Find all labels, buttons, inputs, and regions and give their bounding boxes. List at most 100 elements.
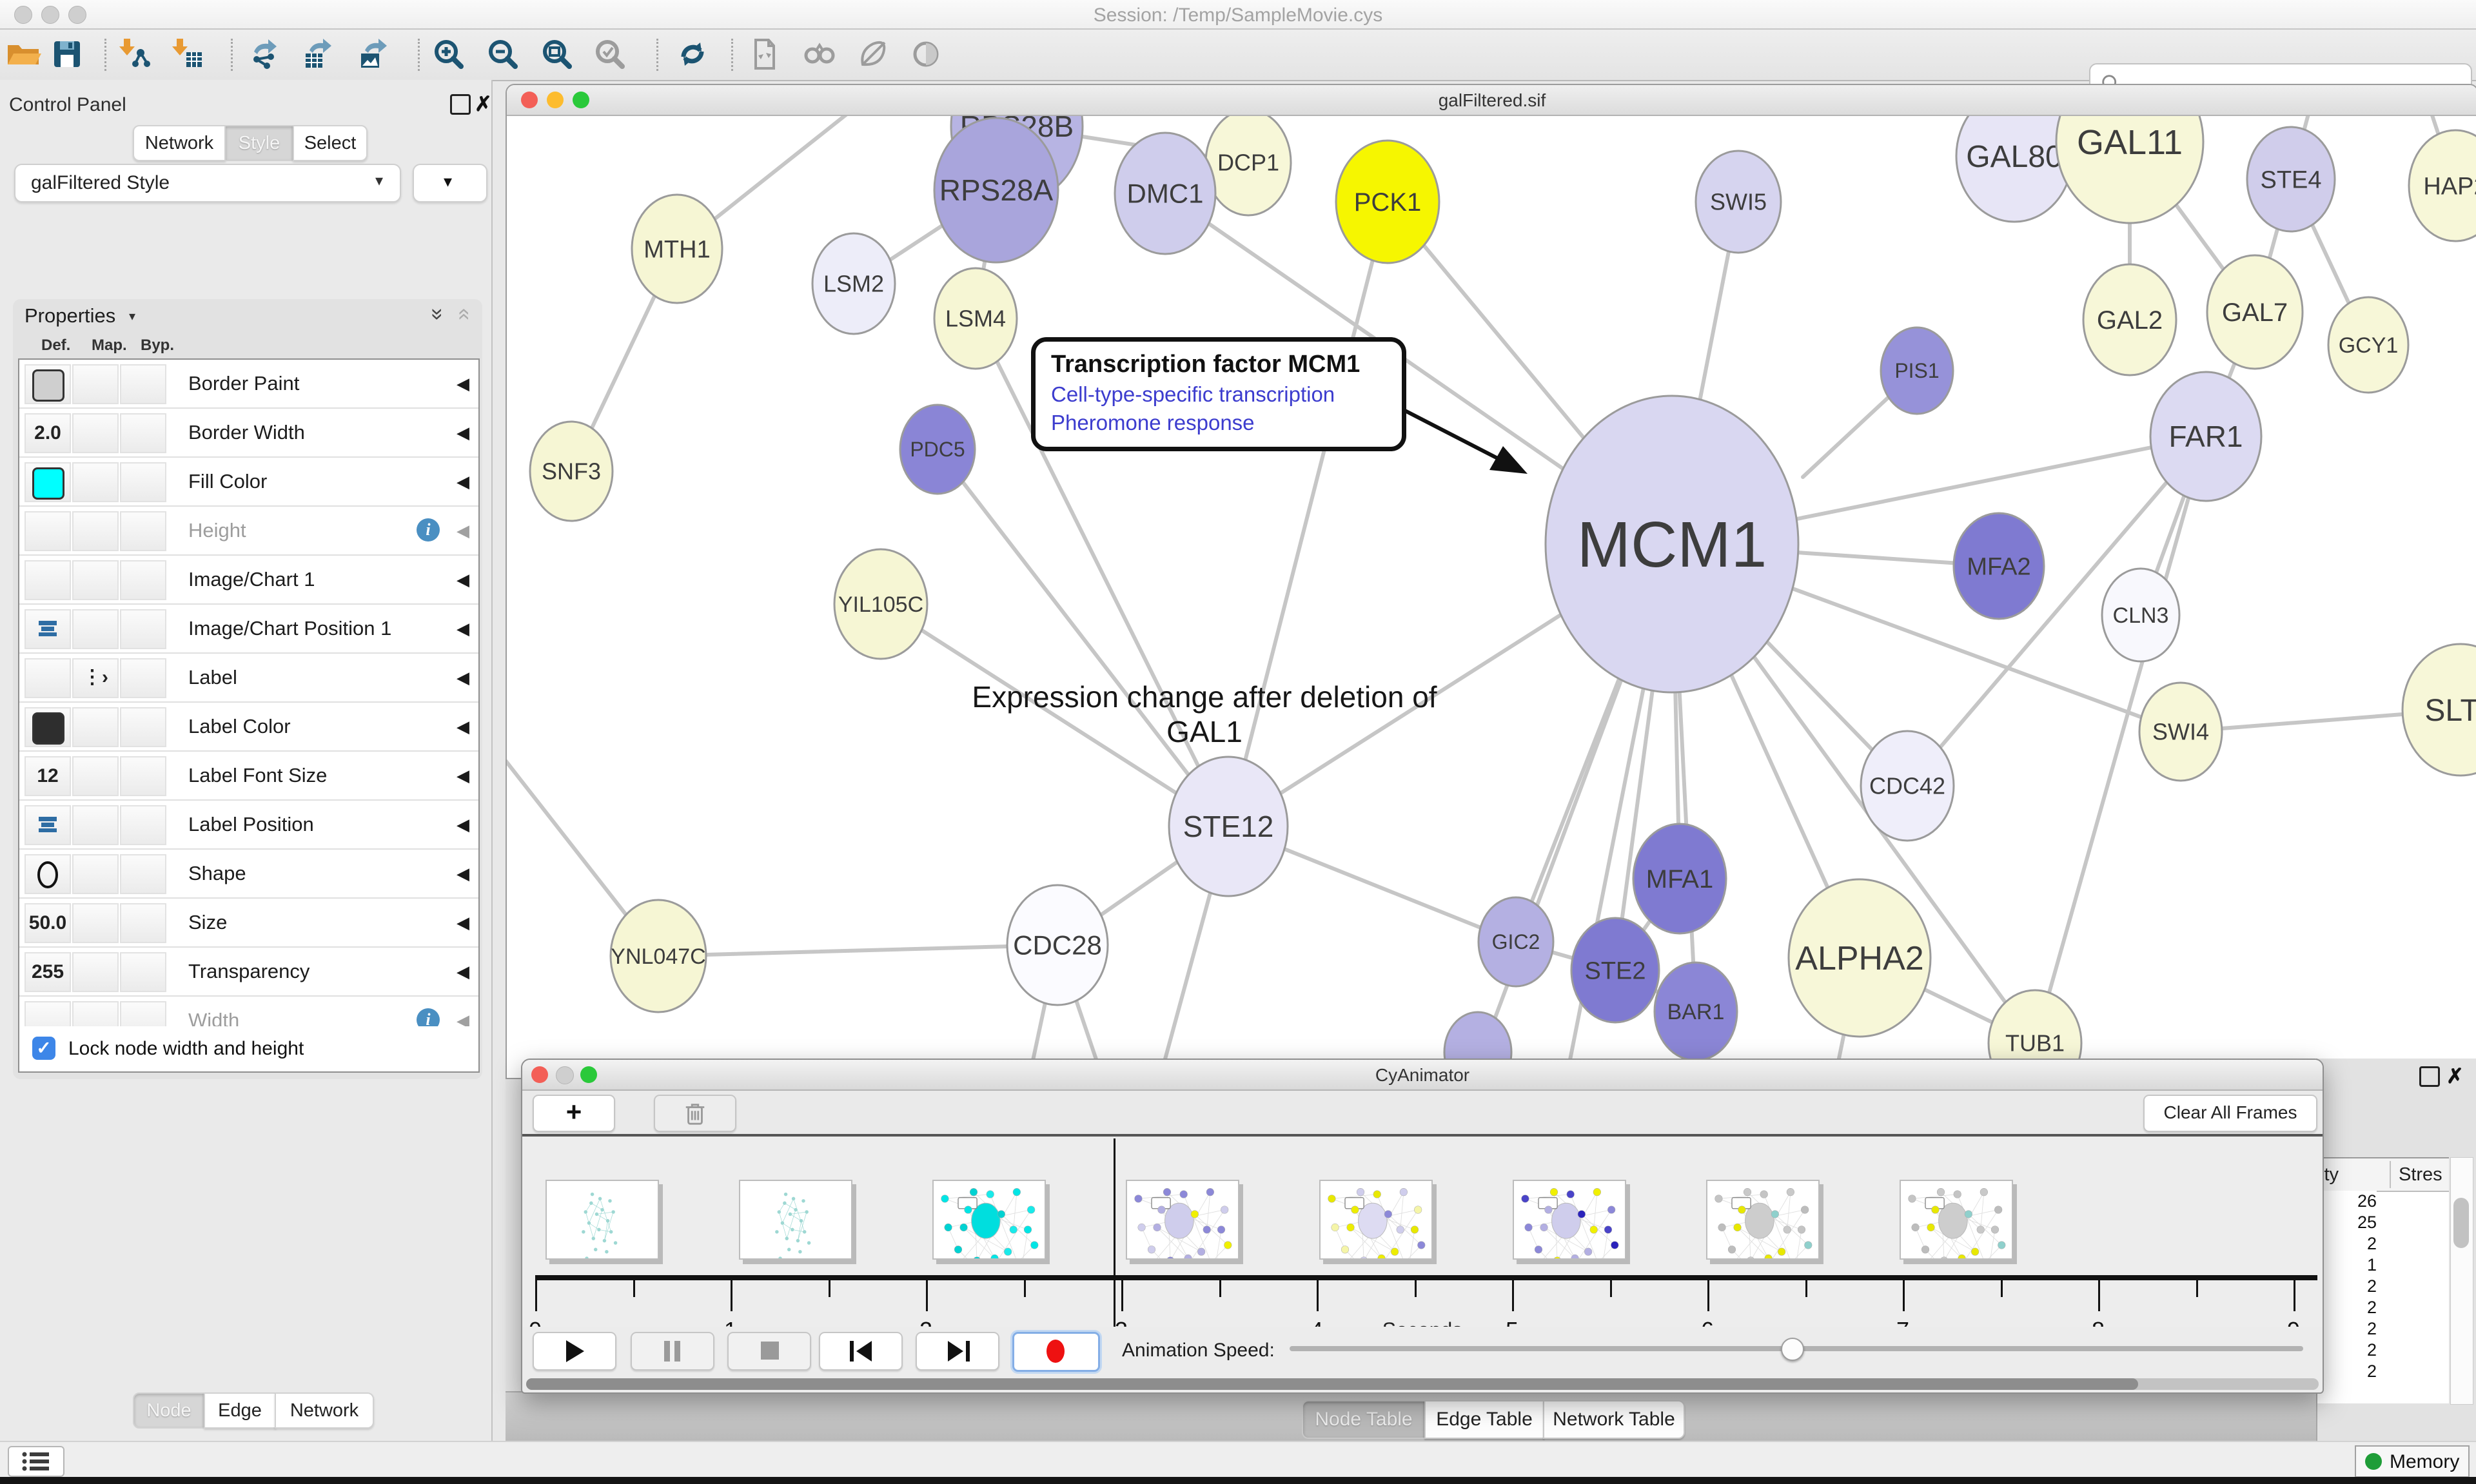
default-value-cell[interactable] <box>25 658 71 698</box>
tab-network[interactable]: Network <box>133 125 226 161</box>
table-cell-value[interactable]: 2 <box>2317 1340 2377 1361</box>
property-row-fill-color[interactable]: Fill Color◀ <box>19 458 478 507</box>
mapping-cell[interactable] <box>72 462 119 502</box>
bottom-tab-edge[interactable]: Edge <box>204 1392 276 1429</box>
default-value-cell[interactable]: 2.0 <box>25 413 71 453</box>
table-scrollbar[interactable] <box>2450 1157 2473 1405</box>
network-edge[interactable] <box>938 449 1228 826</box>
collapse-arrow-icon[interactable]: ◀ <box>457 864 469 884</box>
bypass-cell[interactable] <box>120 903 166 943</box>
mapping-cell[interactable] <box>72 609 119 649</box>
tab-select[interactable]: Select <box>293 125 368 161</box>
collapse-arrow-icon[interactable]: ◀ <box>457 815 469 835</box>
import-table-icon[interactable] <box>169 36 205 72</box>
color-swatch[interactable] <box>32 712 64 745</box>
default-value-cell[interactable] <box>25 462 71 502</box>
collapse-arrow-icon[interactable]: ◀ <box>457 962 469 982</box>
close-panel-icon[interactable]: ✗ <box>2446 1064 2464 1088</box>
column-divider[interactable] <box>2390 1161 2391 1188</box>
default-value-cell[interactable] <box>25 707 71 747</box>
default-value-cell[interactable]: 50.0 <box>25 903 71 943</box>
animation-speed-slider[interactable] <box>1290 1346 2303 1351</box>
default-value-cell[interactable] <box>25 854 71 894</box>
table-cell-value[interactable]: 2 <box>2317 1361 2377 1382</box>
property-row-label-font-size[interactable]: 12Label Font Size◀ <box>19 752 478 801</box>
bottom-tab-network[interactable]: Network <box>275 1392 374 1429</box>
mapping-cell[interactable] <box>72 805 119 845</box>
import-network-icon[interactable] <box>116 36 152 72</box>
collapse-arrow-icon[interactable]: ◀ <box>457 374 469 394</box>
collapse-arrow-icon[interactable]: ◀ <box>457 766 469 786</box>
property-row-label-position[interactable]: Label Position◀ <box>19 801 478 850</box>
property-row-image-chart-1[interactable]: Image/Chart 1◀ <box>19 556 478 605</box>
animation-frame-6[interactable] <box>1513 1180 1626 1260</box>
animation-frame-2[interactable] <box>739 1180 852 1260</box>
animation-frame-1[interactable] <box>545 1180 659 1260</box>
mapping-cell[interactable] <box>72 364 119 404</box>
open-session-icon[interactable] <box>5 36 41 72</box>
collapse-arrow-icon[interactable]: ◀ <box>457 570 469 590</box>
zoom-in-icon[interactable] <box>431 36 467 72</box>
previous-frame-button[interactable] <box>819 1332 903 1371</box>
zoom-out-icon[interactable] <box>485 36 521 72</box>
tab-node-table[interactable]: Node Table <box>1302 1400 1426 1439</box>
cyanimator-title-bar[interactable]: CyAnimator <box>522 1060 2323 1091</box>
mapping-cell[interactable] <box>72 854 119 894</box>
tab-edge-table[interactable]: Edge Table <box>1424 1400 1544 1439</box>
animation-frame-4[interactable] <box>1126 1180 1239 1260</box>
table-cell-value[interactable]: 2 <box>2317 1297 2377 1318</box>
stop-button[interactable] <box>727 1332 811 1371</box>
collapse-arrow-icon[interactable]: ◀ <box>457 472 469 492</box>
expand-all-icon[interactable]: » <box>425 308 450 320</box>
animation-frame-8[interactable] <box>1900 1180 2013 1260</box>
mapping-cell[interactable] <box>72 413 119 453</box>
record-button[interactable] <box>1012 1332 1100 1372</box>
add-frame-button[interactable]: + <box>533 1095 615 1132</box>
property-row-label[interactable]: ⋮›Label◀ <box>19 654 478 703</box>
delete-frame-button[interactable] <box>654 1095 736 1132</box>
bypass-cell[interactable] <box>120 854 166 894</box>
mapping-cell[interactable] <box>72 952 119 992</box>
mapping-cell[interactable] <box>72 511 119 551</box>
network-canvas[interactable]: RPS28BDCP1RPS28ADMC1PCK1SWI5MTH1LSM2LSM4… <box>507 116 2476 1074</box>
mapping-cell[interactable] <box>72 560 119 600</box>
play-button[interactable] <box>533 1332 616 1371</box>
mapping-cell[interactable] <box>72 903 119 943</box>
bottom-tab-node[interactable]: Node <box>133 1392 205 1429</box>
float-panel-icon[interactable] <box>450 94 471 115</box>
mapping-cell[interactable] <box>72 707 119 747</box>
collapse-arrow-icon[interactable]: ◀ <box>457 619 469 639</box>
tab-style[interactable]: Style <box>224 125 294 161</box>
zoom-fit-icon[interactable] <box>539 36 575 72</box>
tab-network-table[interactable]: Network Table <box>1543 1400 1685 1439</box>
table-cell-value[interactable]: 25 <box>2317 1212 2377 1233</box>
bypass-cell[interactable] <box>120 511 166 551</box>
color-swatch[interactable] <box>32 467 64 500</box>
network-window-title-bar[interactable]: galFiltered.sif <box>507 85 2476 116</box>
collapse-all-icon[interactable]: « <box>452 308 477 320</box>
default-value-cell[interactable] <box>25 560 71 600</box>
next-frame-button[interactable] <box>916 1332 999 1371</box>
property-row-size[interactable]: 50.0Size◀ <box>19 899 478 948</box>
bypass-cell[interactable] <box>120 707 166 747</box>
info-icon[interactable]: i <box>417 518 440 542</box>
float-panel-icon[interactable] <box>2419 1066 2440 1087</box>
color-swatch[interactable] <box>32 369 64 402</box>
pause-button[interactable] <box>631 1332 714 1371</box>
network-edge[interactable] <box>658 945 1057 956</box>
default-value-cell[interactable] <box>25 805 71 845</box>
collapse-arrow-icon[interactable]: ◀ <box>457 423 469 443</box>
default-value-cell[interactable]: 12 <box>25 756 71 796</box>
default-value-cell[interactable]: 255 <box>25 952 71 992</box>
property-row-height[interactable]: Heighti◀ <box>19 507 478 556</box>
table-cell-value[interactable]: 26 <box>2317 1191 2377 1212</box>
bypass-cell[interactable] <box>120 756 166 796</box>
collapse-arrow-icon[interactable]: ◀ <box>457 717 469 737</box>
default-value-cell[interactable] <box>25 364 71 404</box>
save-session-icon[interactable] <box>49 36 85 72</box>
default-value-cell[interactable] <box>25 511 71 551</box>
animation-frame-3[interactable] <box>932 1180 1046 1260</box>
slider-thumb[interactable] <box>1781 1338 1804 1361</box>
bypass-cell[interactable] <box>120 413 166 453</box>
mapping-cell[interactable]: ⋮› <box>72 658 119 698</box>
